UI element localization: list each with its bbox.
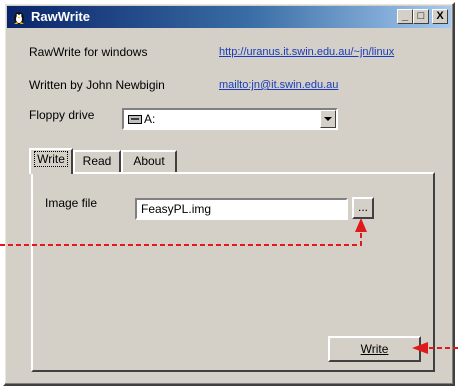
floppy-drive-select[interactable]: A: [122,108,338,130]
image-file-label: Image file [45,196,98,210]
image-file-input[interactable]: FeasyPL.img [135,198,348,220]
dropdown-button[interactable] [320,110,336,128]
maximize-button[interactable]: □ [413,9,429,24]
browse-button[interactable]: ... [352,197,374,219]
app-name-label: RawWrite for windows [29,45,148,59]
minimize-button[interactable]: _ [397,9,413,24]
write-button[interactable]: Write [328,336,421,362]
penguin-icon [14,12,24,24]
chevron-down-icon [324,117,332,121]
tab-read[interactable]: Read [73,150,121,172]
homepage-link[interactable]: http://uranus.it.swin.edu.au/~jn/linux [219,46,394,58]
rawwrite-window: RawWrite _ □ X RawWrite for windows http… [3,2,455,386]
tab-write-label: Write [34,151,68,167]
tab-write[interactable]: Write [29,148,73,174]
floppy-drive-icon [128,115,142,124]
tab-about[interactable]: About [121,150,177,172]
title-bar[interactable]: RawWrite _ □ X [7,6,451,28]
window-title: RawWrite [31,9,90,24]
floppy-drive-label: Floppy drive [29,108,95,122]
close-button[interactable]: X [432,9,448,24]
tab-read-label: Read [82,154,112,168]
author-label: Written by John Newbigin [29,78,165,92]
email-link[interactable]: mailto:jn@it.swin.edu.au [219,79,338,91]
tab-about-label: About [133,154,165,168]
floppy-drive-value: A: [144,112,156,126]
